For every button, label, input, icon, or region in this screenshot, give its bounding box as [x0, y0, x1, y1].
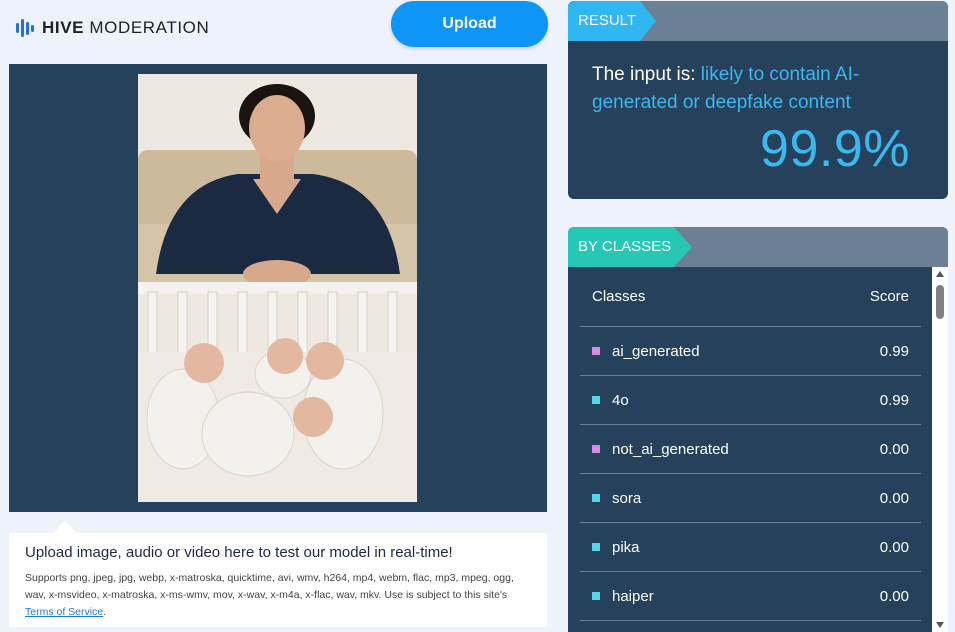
hive-demo-page: HIVE MODERATION Upload Upload image, aud… [0, 0, 955, 632]
classes-card-header: BY CLASSES [568, 227, 948, 267]
class-color-swatch [592, 592, 600, 600]
class-score: 0.00 [879, 587, 909, 605]
hive-logo: HIVE MODERATION [16, 18, 209, 38]
class-row: ai_generated 0.99 [580, 327, 921, 376]
scroll-thumb[interactable] [936, 285, 944, 319]
class-name: sora [612, 489, 642, 507]
class-name: not_ai_generated [612, 440, 729, 458]
class-color-swatch [592, 543, 600, 551]
class-row: not_ai_generated 0.00 [580, 425, 921, 474]
class-score: 0.00 [879, 489, 909, 507]
class-color-swatch [592, 445, 600, 453]
classes-tag: BY CLASSES [568, 227, 692, 267]
column-classes: Classes [592, 288, 646, 305]
scroll-down-arrow-icon[interactable] [936, 622, 944, 628]
class-name: ai_generated [612, 342, 700, 360]
class-row: haiper 0.00 [580, 572, 921, 621]
classes-table: Classes Score ai_generated 0.99 4o 0.99 not_… [580, 267, 921, 621]
class-row: sora 0.00 [580, 474, 921, 523]
terms-of-service-link[interactable]: Terms of Service [25, 606, 103, 618]
upload-info-panel: Upload image, audio or video here to tes… [9, 521, 547, 627]
class-name: haiper [612, 587, 654, 605]
brand-name: HIVE MODERATION [42, 18, 210, 37]
class-name: pika [612, 538, 640, 556]
media-preview [9, 64, 547, 512]
upload-info-title: Upload image, audio or video here to tes… [25, 544, 453, 561]
classes-scrollbar[interactable] [932, 267, 948, 632]
classes-table-header: Classes Score [580, 267, 921, 327]
class-score: 0.99 [879, 342, 909, 360]
class-row: 4o 0.99 [580, 376, 921, 425]
scroll-up-arrow-icon[interactable] [936, 271, 944, 277]
upload-button[interactable]: Upload [391, 1, 548, 47]
classes-card: BY CLASSES Classes Score ai_generated 0.9… [568, 227, 948, 632]
result-card: RESULT The input is: likely to contain A… [568, 1, 948, 199]
class-row: pika 0.00 [580, 523, 921, 572]
result-card-header: RESULT [568, 1, 948, 41]
class-score: 0.99 [879, 391, 909, 409]
class-color-swatch [592, 396, 600, 404]
result-verdict: The input is: likely to contain AI-gener… [592, 64, 860, 113]
uploaded-image [138, 74, 417, 502]
class-color-swatch [592, 494, 600, 502]
class-color-swatch [592, 347, 600, 355]
class-name: 4o [612, 391, 629, 409]
result-tag: RESULT [568, 1, 656, 41]
hive-logo-icon [16, 18, 34, 38]
result-percent: 99.9% [760, 120, 910, 178]
class-score: 0.00 [879, 538, 909, 556]
class-score: 0.00 [879, 440, 909, 458]
column-score: Score [869, 288, 909, 305]
supported-formats-text: Supports png, jpeg, jpg, webp, x-matrosk… [25, 572, 514, 618]
